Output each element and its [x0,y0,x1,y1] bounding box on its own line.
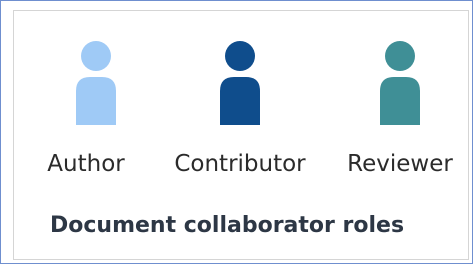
role-contributor [180,39,300,125]
role-label-author: Author [47,151,125,177]
figure-caption: Document collaborator roles [50,213,405,238]
person-icon [380,41,420,125]
person-icon [76,41,116,125]
role-reviewer [340,39,460,125]
role-author [36,39,156,125]
figure-frame: Author Contributor Reviewer Document col… [0,0,473,264]
role-label-reviewer: Reviewer [347,151,453,177]
roles-panel: Author Contributor Reviewer Document col… [13,10,469,260]
person-icon [220,41,260,125]
role-label-contributor: Contributor [174,151,306,177]
